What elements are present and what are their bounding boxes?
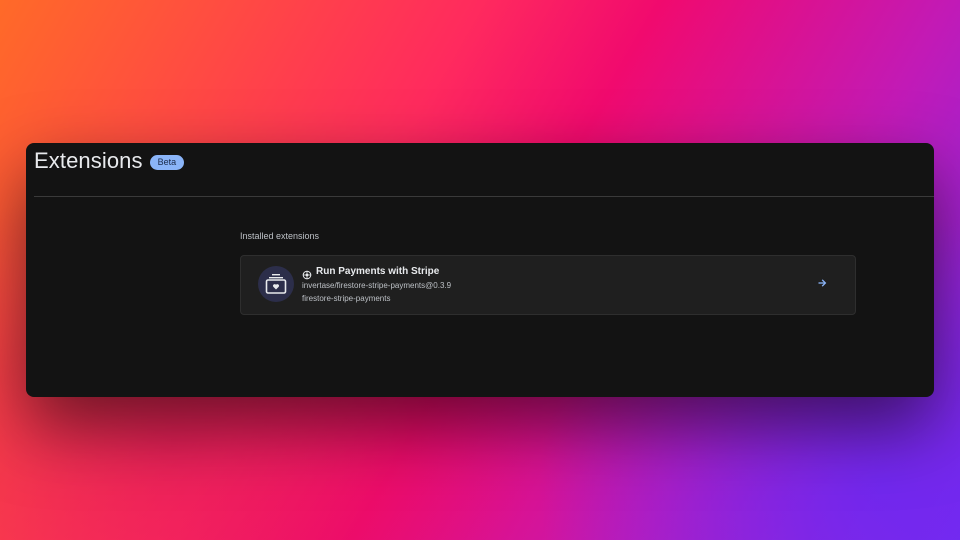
installed-extensions-label: Installed extensions: [240, 231, 320, 241]
open-extension-button[interactable]: [815, 277, 829, 291]
extension-publisher-ref: invertase/firestore-stripe-payments@0.3.…: [302, 281, 452, 290]
extension-puzzle-icon: [302, 267, 312, 279]
page-header: Extensions Beta: [34, 148, 185, 174]
extension-card[interactable]: Run Payments with Stripe invertase/fires…: [240, 255, 856, 315]
stripe-payments-icon: [258, 266, 294, 302]
extensions-window: Extensions Beta Installed extensions Run…: [26, 143, 934, 397]
extension-name[interactable]: Run Payments with Stripe: [316, 266, 439, 277]
beta-badge: Beta: [149, 154, 185, 170]
extension-details: Run Payments with Stripe invertase/fires…: [302, 266, 451, 303]
arrow-right-icon: [817, 275, 827, 293]
header-divider: [34, 196, 934, 197]
extension-instance-id: firestore-stripe-payments: [302, 294, 391, 303]
page-title: Extensions: [34, 148, 143, 173]
